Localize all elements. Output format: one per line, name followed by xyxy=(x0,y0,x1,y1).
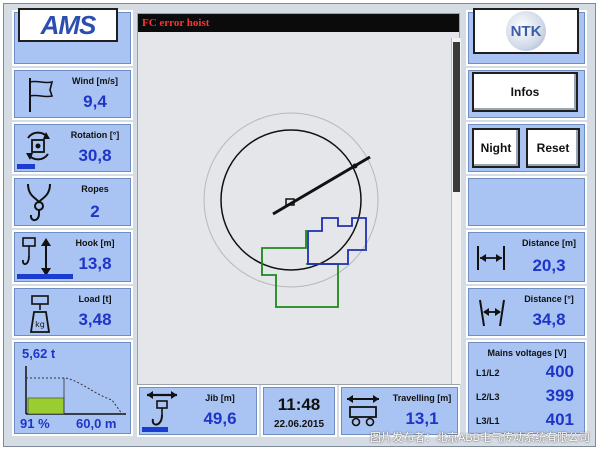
wind-flag-icon xyxy=(29,78,54,112)
load-panel[interactable]: kg Load [t] 3,48 xyxy=(12,286,133,338)
travelling-value: 13,1 xyxy=(405,409,439,428)
hook-value: 13,8 xyxy=(78,254,112,273)
ntk-logo-text: NTK xyxy=(506,11,546,51)
wind-panel[interactable]: Wind [m/s] 9,4 xyxy=(12,68,133,120)
load-curve-chart xyxy=(25,366,126,415)
wind-value: 9,4 xyxy=(83,92,107,111)
rotation-progress-bar xyxy=(17,164,35,169)
load-label: Load [t] xyxy=(78,294,112,304)
rotation-panel[interactable]: Rotation [°] 30,8 xyxy=(12,122,133,174)
phase-l2l3-value: 399 xyxy=(545,386,574,405)
ntk-logo: NTK xyxy=(473,8,579,54)
jib-label: Jib [m] xyxy=(205,393,235,403)
clock-panel: 11:48 22.06.2015 xyxy=(261,385,337,437)
scrollbar-thumb[interactable] xyxy=(453,42,460,192)
clock-date: 22.06.2015 xyxy=(273,419,325,430)
travelling-label: Travelling [m] xyxy=(392,393,452,403)
jib-value: 49,6 xyxy=(203,409,237,428)
phase-l3l1-label: L3/L1 xyxy=(476,416,500,426)
ropes-hook-icon xyxy=(27,183,51,222)
phase-l3l1-value: 401 xyxy=(545,410,574,429)
capacity-load-value: 5,62 t xyxy=(22,346,56,361)
distance-m-panel[interactable]: Distance [m] 20,3 xyxy=(466,230,587,284)
load-weight-icon: kg xyxy=(29,295,51,333)
distance-deg-label: Distance [°] xyxy=(524,294,574,304)
distance-deg-value: 34,8 xyxy=(532,310,566,329)
angle-distance-icon xyxy=(479,299,505,327)
reset-button[interactable]: Reset xyxy=(526,128,580,168)
distance-m-value: 20,3 xyxy=(532,256,566,275)
travelling-icon xyxy=(347,395,379,427)
vertical-scrollbar[interactable] xyxy=(451,38,461,384)
empty-panel xyxy=(466,176,587,228)
clock-time: 11:48 xyxy=(277,395,321,414)
rotation-icon xyxy=(26,131,50,161)
load-value: 3,48 xyxy=(78,310,112,329)
ropes-label: Ropes xyxy=(81,184,109,194)
distance-m-label: Distance [m] xyxy=(521,238,576,248)
hook-panel[interactable]: Hook [m] 13,8 xyxy=(12,230,133,284)
capacity-percent-value: 91 % xyxy=(20,416,50,431)
mains-voltages-label: Mains voltages [V] xyxy=(487,348,567,358)
hook-height-icon xyxy=(22,237,51,276)
hook-progress-bar xyxy=(17,274,73,279)
night-button[interactable]: Night xyxy=(472,128,520,168)
capacity-radius-value: 60,0 m xyxy=(76,416,117,431)
svg-text:kg: kg xyxy=(35,320,45,329)
ropes-panel[interactable]: Ropes 2 xyxy=(12,176,133,228)
phase-l1l2-label: L1/L2 xyxy=(476,368,500,378)
wind-label: Wind [m/s] xyxy=(72,76,118,86)
mains-voltages-panel[interactable]: Mains voltages [V] L1/L2 400 L2/L3 399 L… xyxy=(466,340,587,436)
crane-view[interactable]: FC error hoist xyxy=(137,13,460,385)
hook-label: Hook [m] xyxy=(75,238,115,248)
rotation-value: 30,8 xyxy=(78,146,112,165)
infos-button[interactable]: Infos xyxy=(472,72,578,112)
jib-panel[interactable]: Jib [m] 49,6 xyxy=(137,385,259,437)
jib-progress-bar xyxy=(142,427,168,432)
phase-l2l3-label: L2/L3 xyxy=(476,392,500,402)
crane-top-view xyxy=(203,112,379,308)
rotation-label: Rotation [°] xyxy=(70,130,120,140)
distance-deg-panel[interactable]: Distance [°] 34,8 xyxy=(466,286,587,338)
phase-l1l2-value: 400 xyxy=(545,362,574,381)
load-chart-panel[interactable]: 5,62 t 91 % 60,0 m xyxy=(12,340,133,436)
distance-arrows-icon xyxy=(477,246,505,270)
ams-logo: AMS xyxy=(18,8,118,42)
jib-hook-icon xyxy=(147,391,177,426)
ropes-value: 2 xyxy=(90,202,100,221)
watermark-caption: 图片发布者：北京ABB电气传动系统有限公司 xyxy=(369,432,590,444)
